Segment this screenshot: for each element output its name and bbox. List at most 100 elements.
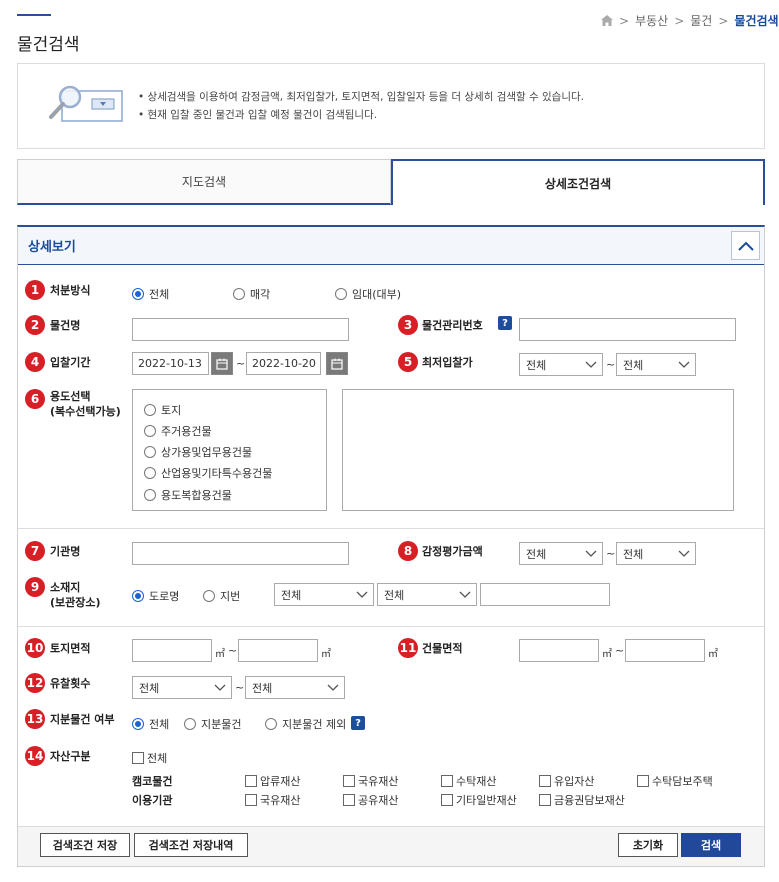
calendar-button[interactable]: [211, 352, 233, 375]
home-icon[interactable]: [601, 15, 613, 26]
help-icon[interactable]: ?: [351, 716, 365, 730]
radio-control[interactable]: [184, 718, 196, 730]
checkbox-control[interactable]: [245, 775, 257, 787]
land-area-from-input[interactable]: [132, 639, 212, 662]
fail-count-label: 유찰횟수: [50, 677, 91, 690]
checkbox-control[interactable]: [441, 794, 453, 806]
radio-control[interactable]: [144, 425, 156, 437]
radio-disposal-all[interactable]: 전체: [132, 286, 169, 302]
radio-control[interactable]: [265, 718, 277, 730]
radio-label: 주거용건물: [161, 425, 212, 438]
fail-count-from-select[interactable]: 전체: [132, 676, 232, 699]
radio-share-all[interactable]: 전체: [132, 716, 169, 732]
checkbox-camco-national[interactable]: 국유재산: [343, 773, 398, 789]
radio-location-lot[interactable]: 지번: [203, 588, 240, 604]
checkbox-label: 수탁재산: [456, 775, 497, 788]
building-area-from-input[interactable]: [519, 639, 599, 662]
mgmt-no-input[interactable]: [519, 318, 736, 341]
range-tilde: ~: [228, 644, 238, 657]
radio-control[interactable]: [144, 404, 156, 416]
checkbox-camco-trust[interactable]: 수탁재산: [441, 773, 496, 789]
tab-detail-search[interactable]: 상세조건검색: [391, 159, 765, 205]
checkbox-control[interactable]: [132, 752, 144, 764]
fail-count-to-select[interactable]: 전체: [245, 676, 345, 699]
checkbox-asset-all[interactable]: 전체: [132, 750, 167, 766]
radio-control[interactable]: [132, 288, 144, 300]
calendar-button[interactable]: [326, 352, 348, 375]
sido-select[interactable]: 전체: [274, 583, 374, 606]
collapse-button[interactable]: [731, 231, 760, 260]
chevron-down-icon: [585, 550, 597, 557]
usage-detail-box[interactable]: [342, 389, 734, 511]
building-area-to-input[interactable]: [625, 639, 705, 662]
radio-control[interactable]: [144, 446, 156, 458]
radio-disposal-lease[interactable]: 임대(대부): [335, 286, 401, 302]
step-marker: 12: [25, 673, 45, 693]
radio-usage-commercial[interactable]: 상가용및업무용건물: [144, 444, 252, 460]
radio-share-exclude[interactable]: 지분물건 제외: [265, 716, 346, 732]
sigungu-select[interactable]: 전체: [377, 583, 477, 606]
checkbox-control[interactable]: [343, 775, 355, 787]
radio-control[interactable]: [233, 288, 245, 300]
radio-control[interactable]: [132, 590, 144, 602]
checkbox-agency-public[interactable]: 공유재산: [343, 792, 398, 808]
bid-to-date-input[interactable]: 2022-10-20: [246, 352, 321, 375]
radio-usage-residential[interactable]: 주거용건물: [144, 423, 212, 439]
location-label-main: 소재지: [50, 581, 81, 594]
select-value: 전체: [526, 358, 547, 372]
radio-control[interactable]: [203, 590, 215, 602]
radio-label: 도로명: [149, 590, 180, 603]
search-button[interactable]: 검색: [681, 833, 741, 857]
help-icon[interactable]: ?: [498, 316, 512, 330]
save-conditions-button[interactable]: 검색조건 저장: [40, 833, 130, 857]
breadcrumb-item-item[interactable]: 물건: [690, 12, 712, 29]
checkbox-control[interactable]: [245, 794, 257, 806]
checkbox-camco-seized[interactable]: 압류재산: [245, 773, 300, 789]
breadcrumb-item-realestate[interactable]: 부동산: [635, 12, 668, 29]
reset-button[interactable]: 초기화: [618, 833, 678, 857]
radio-usage-land[interactable]: 토지: [144, 402, 181, 418]
checkbox-control[interactable]: [343, 794, 355, 806]
step-marker: 11: [398, 638, 418, 658]
radio-disposal-sale[interactable]: 매각: [233, 286, 270, 302]
radio-share-only[interactable]: 지분물건: [184, 716, 241, 732]
radio-label: 산업용및기타특수용건물: [161, 467, 273, 480]
radio-control[interactable]: [335, 288, 347, 300]
land-area-to-input[interactable]: [238, 639, 318, 662]
chevron-down-icon: [585, 361, 597, 368]
bid-from-date-input[interactable]: 2022-10-13: [132, 352, 209, 375]
radio-label: 매각: [250, 288, 271, 301]
checkbox-control[interactable]: [637, 775, 649, 787]
checkbox-control[interactable]: [539, 794, 551, 806]
min-bid-to-select[interactable]: 전체: [616, 353, 696, 376]
tab-map-search[interactable]: 지도검색: [17, 159, 391, 205]
agency-input[interactable]: [132, 542, 349, 565]
radio-usage-mixed[interactable]: 용도복합용건물: [144, 487, 232, 503]
panel-title: 상세보기: [28, 240, 76, 255]
step-marker: 8: [398, 541, 418, 561]
step-marker: 4: [25, 352, 45, 372]
radio-control[interactable]: [144, 467, 156, 479]
checkbox-control[interactable]: [441, 775, 453, 787]
checkbox-agency-collateral[interactable]: 금융권담보재산: [539, 792, 625, 808]
appraisal-from-select[interactable]: 전체: [519, 542, 603, 565]
step-marker: 2: [25, 315, 45, 335]
checkbox-label: 국유재산: [260, 794, 301, 807]
step-marker: 7: [25, 541, 45, 561]
section-divider: [18, 626, 764, 627]
checkbox-camco-trust-housing[interactable]: 수탁담보주택: [637, 773, 713, 789]
radio-location-road[interactable]: 도로명: [132, 588, 179, 604]
saved-conditions-button[interactable]: 검색조건 저장내역: [134, 833, 248, 857]
item-name-input[interactable]: [132, 318, 349, 341]
min-bid-from-select[interactable]: 전체: [519, 353, 603, 376]
checkbox-agency-national[interactable]: 국유재산: [245, 792, 300, 808]
checkbox-control[interactable]: [539, 775, 551, 787]
radio-control[interactable]: [144, 489, 156, 501]
calendar-icon: [216, 358, 228, 370]
radio-control[interactable]: [132, 718, 144, 730]
checkbox-camco-inflow[interactable]: 유입자산: [539, 773, 594, 789]
location-detail-input[interactable]: [480, 583, 610, 606]
radio-usage-industrial[interactable]: 산업용및기타특수용건물: [144, 465, 272, 481]
checkbox-agency-general[interactable]: 기타일반재산: [441, 792, 517, 808]
appraisal-to-select[interactable]: 전체: [616, 542, 696, 565]
